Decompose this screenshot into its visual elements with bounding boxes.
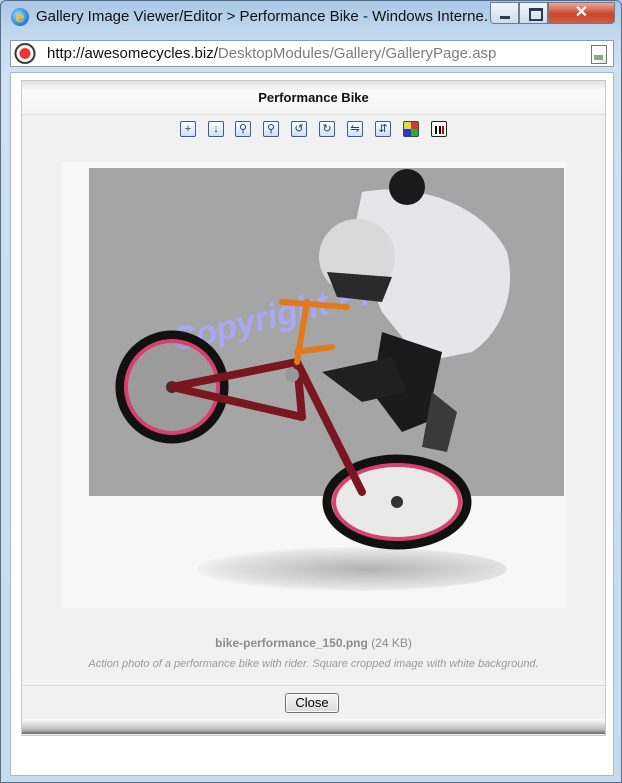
save-image-icon[interactable]: ↓ — [208, 121, 224, 137]
histogram-icon[interactable] — [431, 121, 447, 137]
zoom-in-icon[interactable]: ⚲ — [235, 121, 251, 137]
bike-photo: Copyright Protected — [115, 169, 511, 550]
site-favicon-icon — [14, 43, 36, 64]
file-info: bike-performance_150.png (24 KB) — [22, 636, 605, 650]
image-frame: Copyright Protected — [62, 162, 567, 608]
image-description: Action photo of a performance bike with … — [88, 658, 539, 670]
page-image-icon[interactable] — [591, 45, 607, 64]
maximize-icon — [529, 8, 543, 21]
url-text[interactable]: http://awesomecycles.biz/DesktopModules/… — [47, 45, 496, 62]
url-path: DesktopModules/Gallery/GalleryPage.asp — [217, 45, 497, 62]
viewer-header: Performance Bike — [22, 81, 605, 115]
url-host: http://awesomecycles.biz/ — [47, 45, 218, 62]
viewer-panel: Performance Bike + ↓ ⚲ ⚲ ↺ ↻ ⇋ ⇵ Copyrig — [21, 80, 606, 736]
add-image-icon[interactable]: + — [180, 121, 196, 137]
file-size: (24 KB) — [371, 636, 412, 650]
address-bar[interactable]: http://awesomecycles.biz/DesktopModules/… — [10, 40, 614, 67]
close-button[interactable]: Close — [285, 693, 339, 713]
flip-horizontal-icon[interactable]: ⇋ — [347, 121, 363, 137]
minimize-button[interactable] — [490, 2, 519, 24]
rotate-left-icon[interactable]: ↺ — [291, 121, 307, 137]
title-bar: e Gallery Image Viewer/Editor > Performa… — [1, 1, 621, 33]
front-wheel — [322, 454, 472, 550]
color-grid-icon[interactable] — [403, 121, 419, 137]
maximize-button[interactable] — [519, 2, 548, 24]
viewer-footer: Close — [22, 685, 605, 736]
file-name: bike-performance_150.png — [215, 636, 368, 650]
page-content: Performance Bike + ↓ ⚲ ⚲ ↺ ↻ ⇋ ⇵ Copyrig — [10, 72, 614, 776]
window-close-button[interactable]: ✕ — [548, 2, 615, 24]
footer-bar — [22, 719, 605, 734]
flip-vertical-icon[interactable]: ⇵ — [375, 121, 391, 137]
internet-explorer-icon: e — [11, 8, 29, 26]
rotate-right-icon[interactable]: ↻ — [319, 121, 335, 137]
image-title: Performance Bike — [258, 90, 369, 105]
minimize-icon — [500, 16, 510, 19]
zoom-out-icon[interactable]: ⚲ — [263, 121, 279, 137]
window-title: Gallery Image Viewer/Editor > Performanc… — [36, 8, 488, 25]
browser-window: e Gallery Image Viewer/Editor > Performa… — [0, 0, 622, 783]
